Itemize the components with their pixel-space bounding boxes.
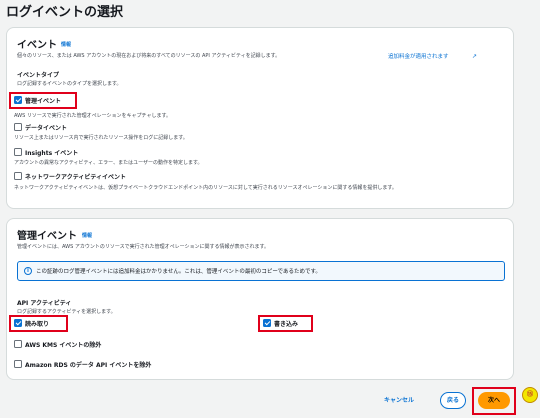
event-type-description: ログ記録するイベントのタイプを選択します。 — [17, 81, 122, 87]
management-events-checkbox[interactable] — [14, 96, 22, 104]
management-panel-title: 管理イベント — [17, 231, 77, 242]
write-checkbox[interactable] — [263, 319, 271, 327]
alert-text: この証跡のログ管理イベントには追加料金はかかりません。これは、管理イベントの最初… — [36, 269, 321, 275]
network-activity-events-label: ネットワークアクティビティイベント — [25, 174, 126, 181]
external-link-icon[interactable]: ↗ — [472, 53, 477, 60]
management-description: 管理イベントには、AWS アカウントのリソースで実行された管理オペレーションに関… — [17, 244, 270, 250]
insights-events-label: Insights イベント — [25, 150, 79, 157]
write-label: 書き込み — [274, 321, 299, 328]
data-events-checkbox[interactable] — [14, 123, 22, 131]
pricing-link[interactable]: 追加料金が適用されます — [388, 52, 449, 60]
exclude-rds-checkbox[interactable] — [14, 360, 22, 368]
info-circle-icon: i — [24, 267, 32, 275]
exclude-kms-checkbox[interactable] — [14, 340, 22, 348]
exclude-kms-label: AWS KMS イベントの除外 — [25, 342, 102, 349]
events-info-link[interactable]: 情報 — [61, 41, 71, 48]
api-activity-label: API アクティビティ — [17, 300, 72, 307]
management-events-panel: 管理イベント 情報 管理イベントには、AWS アカウントのリソースで実行された管… — [6, 218, 514, 380]
network-activity-events-description: ネットワークアクティビティイベントは、仮想プライベートクラウドエンドポイント内の… — [14, 185, 397, 191]
data-events-description: リソース上またはリソース内で実行されたリソース操作をログに記録します。 — [14, 135, 188, 141]
back-button[interactable]: 戻る — [440, 392, 466, 409]
cancel-button[interactable]: キャンセル — [384, 395, 414, 404]
management-events-label: 管理イベント — [25, 98, 62, 105]
network-activity-events-checkbox[interactable] — [14, 172, 22, 180]
read-checkbox[interactable] — [14, 319, 22, 327]
insights-events-checkbox[interactable] — [14, 148, 22, 156]
insights-events-description: アカウントの異常なアクティビティ、エラー、またはユーザーの動作を特定します。 — [14, 160, 203, 166]
page-title: ログイベントの選択 — [6, 5, 124, 20]
events-panel: イベント 情報 個々のリソース、または AWS アカウントの現在および将来のすべ… — [6, 27, 514, 209]
read-label: 読み取り — [25, 321, 50, 328]
management-events-description: AWS リソースで実行された管理オペレーションをキャプチャします。 — [14, 113, 171, 119]
next-button[interactable]: 次へ — [478, 392, 510, 409]
events-description: 個々のリソース、または AWS アカウントの現在および将来のすべてのリソースの … — [17, 53, 281, 59]
api-activity-description: ログ記録するアクティビティを選択します。 — [17, 309, 116, 315]
data-events-label: データイベント — [25, 125, 68, 132]
step-number-badge: ⑮ — [522, 387, 538, 403]
info-alert: i この証跡のログ管理イベントには追加料金はかかりません。これは、管理イベントの… — [17, 261, 505, 281]
management-info-link[interactable]: 情報 — [82, 232, 92, 239]
event-type-label: イベントタイプ — [17, 72, 60, 79]
events-panel-title: イベント — [17, 40, 57, 51]
exclude-rds-label: Amazon RDS のデータ API イベントを除外 — [25, 362, 152, 369]
